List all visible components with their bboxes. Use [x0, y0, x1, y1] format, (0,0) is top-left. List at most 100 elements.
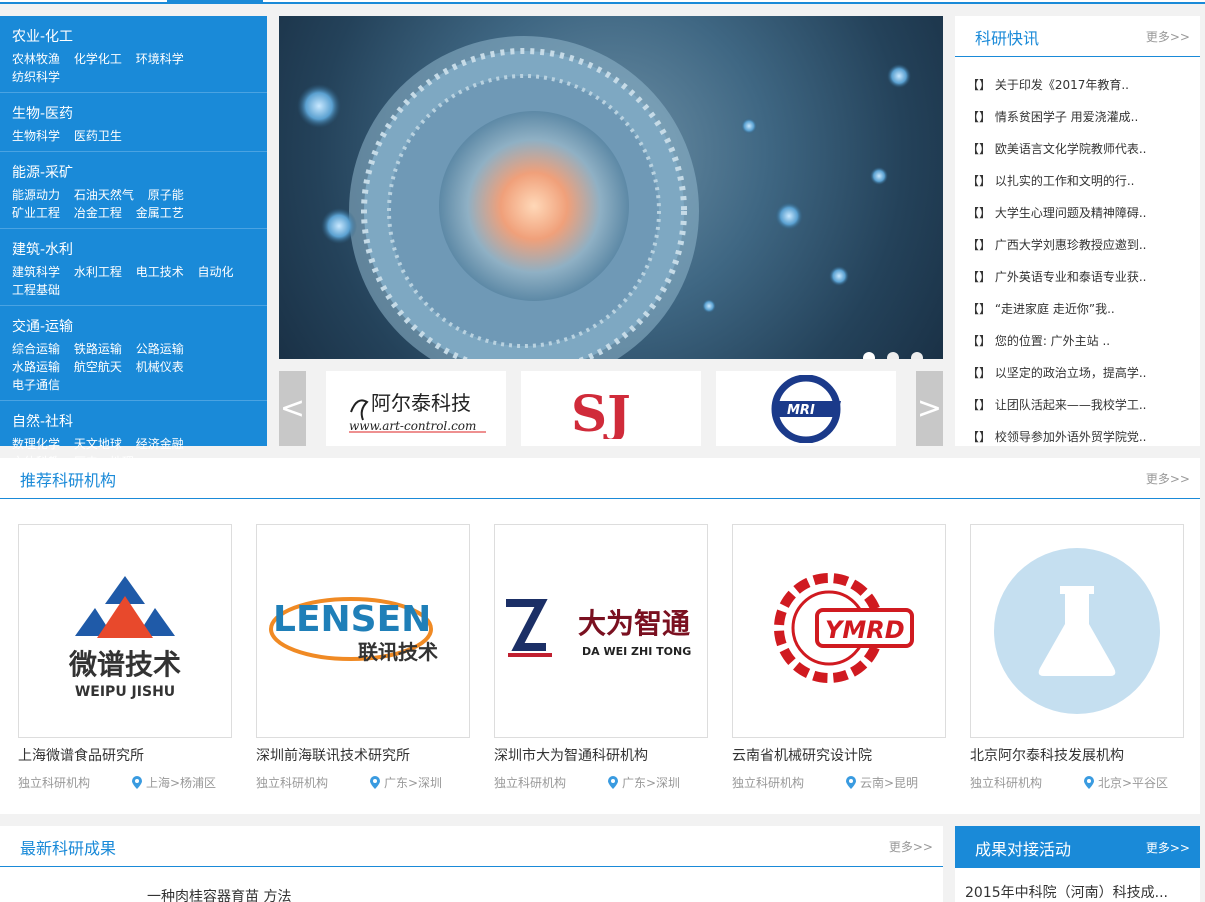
news-item[interactable]: 【】 您的位置: 广外主站 ..: [967, 325, 1200, 357]
category-link[interactable]: 农林牧渔: [12, 52, 60, 66]
carousel-prev-button[interactable]: <: [279, 371, 306, 446]
partner-logo-sj[interactable]: SJ: [521, 371, 701, 446]
category-links: 能源动力 石油天然气 原子能 矿业工程 冶金工程 金属工艺: [12, 186, 255, 222]
hero-banner[interactable]: [279, 16, 943, 359]
logo-text: 微谱技术: [68, 648, 181, 681]
partner-name: SJ: [571, 384, 631, 439]
slide-dot-1[interactable]: [863, 352, 875, 359]
category-link[interactable]: 电子通信: [12, 378, 60, 392]
art-control-logo: 阿尔泰科技 www.art-control.com: [349, 391, 486, 433]
category-link[interactable]: 原子能: [148, 188, 184, 202]
category-title[interactable]: 农业-化工: [12, 26, 255, 48]
category-title[interactable]: 交通-运输: [12, 316, 255, 338]
institution-name[interactable]: 深圳前海联讯技术研究所: [256, 746, 470, 766]
institution-logo[interactable]: 大为智通 DA WEI ZHI TONG: [494, 524, 708, 738]
category-link[interactable]: 石油天然气: [74, 188, 134, 202]
institution-name[interactable]: 云南省机械研究设计院: [732, 746, 946, 766]
institution-logo[interactable]: [970, 524, 1184, 738]
category-link[interactable]: 金属工艺: [136, 206, 184, 220]
partner-url: www.art-control.com: [349, 419, 476, 433]
category-title[interactable]: 建筑-水利: [12, 239, 255, 261]
institution-card[interactable]: 微谱技术 WEIPU JISHU 上海微谱食品研究所 独立科研机构 上海>杨浦区: [18, 524, 232, 792]
partner-logo-mri[interactable]: MRI: [716, 371, 896, 446]
category-group: 建筑-水利建筑科学 水利工程 电工技术 自动化 工程基础: [0, 229, 267, 306]
news-item[interactable]: 【】 关于印发《2017年教育..: [967, 69, 1200, 101]
institution-card[interactable]: 北京阿尔泰科技发展机构 独立科研机构 北京>平谷区: [970, 524, 1184, 792]
news-item[interactable]: 【】 让团队活起来——我校学工..: [967, 389, 1200, 421]
category-link[interactable]: 电工技术: [136, 265, 184, 279]
institution-card[interactable]: YMRD 云南省机械研究设计院 独立科研机构 云南>昆明: [732, 524, 946, 792]
category-link[interactable]: 纺织科学: [12, 70, 60, 84]
category-link[interactable]: 天文地球: [74, 437, 122, 451]
category-link[interactable]: 机械仪表: [136, 360, 184, 374]
slide-dot-3[interactable]: [911, 352, 923, 359]
category-links: 农林牧渔 化学化工 环境科学 纺织科学: [12, 50, 255, 86]
category-link[interactable]: 生物科学: [12, 129, 60, 143]
institution-type: 独立科研机构: [494, 776, 567, 790]
recommended-more-link[interactable]: 更多>>: [1146, 470, 1190, 487]
category-link[interactable]: 建筑科学: [12, 265, 60, 279]
news-item[interactable]: 【】 “走进家庭 走近你”我..: [967, 293, 1200, 325]
slide-dot-2[interactable]: [887, 352, 899, 359]
location-pin-icon: [132, 776, 142, 789]
institution-name[interactable]: 上海微谱食品研究所: [18, 746, 232, 766]
activity-more-link[interactable]: 更多>>: [1146, 839, 1190, 856]
institution-logo[interactable]: YMRD: [732, 524, 946, 738]
news-list: 【】 关于印发《2017年教育.. 【】 情系贫困学子 用爱浇灌成.. 【】 欧美语…: [955, 57, 1200, 453]
category-link[interactable]: 冶金工程: [74, 206, 122, 220]
institution-location: 广东>深圳: [370, 774, 442, 791]
category-link[interactable]: 铁路运输: [74, 342, 122, 356]
results-title: 最新科研成果: [20, 839, 117, 858]
category-link[interactable]: 工程基础: [12, 283, 60, 297]
category-link[interactable]: 医药卫生: [74, 129, 122, 143]
institution-card[interactable]: 大为智通 DA WEI ZHI TONG 深圳市大为智通科研机构 独立科研机构 …: [494, 524, 708, 792]
category-link[interactable]: 数理化学: [12, 437, 60, 451]
daweizhitong-logo: 大为智通 DA WEI ZHI TONG: [506, 599, 691, 658]
activity-header: 成果对接活动 更多>>: [955, 826, 1200, 868]
news-item[interactable]: 【】 以坚定的政治立场，提高学..: [967, 357, 1200, 389]
news-item[interactable]: 【】 广西大学刘惠珍教授应邀到..: [967, 229, 1200, 261]
news-item[interactable]: 【】 广外英语专业和泰语专业获..: [967, 261, 1200, 293]
result-item[interactable]: 一种肉桂容器育苗 方法: [147, 886, 291, 902]
category-link[interactable]: 经济金融: [136, 437, 184, 451]
category-link[interactable]: 航空航天: [74, 360, 122, 374]
news-item[interactable]: 【】 情系贫困学子 用爱浇灌成..: [967, 101, 1200, 133]
category-title[interactable]: 生物-医药: [12, 103, 255, 125]
partner-logo-art[interactable]: 阿尔泰科技 www.art-control.com: [326, 371, 506, 446]
partner-name: MRI: [787, 403, 815, 418]
logo-subtext: 联讯技术: [358, 640, 438, 664]
category-link[interactable]: 公路运输: [136, 342, 184, 356]
category-title[interactable]: 自然-社科: [12, 411, 255, 433]
category-link[interactable]: 水利工程: [74, 265, 122, 279]
institution-location: 上海>杨浦区: [132, 774, 216, 791]
mri-logo: MRI: [771, 374, 841, 443]
category-link[interactable]: 化学化工: [74, 52, 122, 66]
category-link[interactable]: 自动化: [198, 265, 234, 279]
category-link[interactable]: 矿业工程: [12, 206, 60, 220]
news-item[interactable]: 【】 欧美语言文化学院教师代表..: [967, 133, 1200, 165]
institution-name[interactable]: 北京阿尔泰科技发展机构: [970, 746, 1184, 766]
category-link[interactable]: 环境科学: [136, 52, 184, 66]
category-links: 综合运输 铁路运输 公路运输 水路运输 航空航天 机械仪表 电子通信: [12, 340, 255, 394]
activity-item[interactable]: 2015年中科院（河南）科技成...: [955, 868, 1200, 902]
active-tab-indicator: [167, 0, 263, 4]
news-item[interactable]: 【】 校领导参加外语外贸学院党..: [967, 421, 1200, 453]
category-link[interactable]: 能源动力: [12, 188, 60, 202]
institution-name[interactable]: 深圳市大为智通科研机构: [494, 746, 708, 766]
logo-subtext: DA WEI ZHI TONG: [582, 645, 691, 658]
news-item[interactable]: 【】 以扎实的工作和文明的行..: [967, 165, 1200, 197]
category-title[interactable]: 能源-采矿: [12, 162, 255, 184]
category-link[interactable]: 综合运输: [12, 342, 60, 356]
institution-card[interactable]: LENSEN 联讯技术 深圳前海联讯技术研究所 独立科研机构 广东>深圳: [256, 524, 470, 792]
institution-meta: 独立科研机构 云南>昆明: [732, 774, 946, 792]
news-more-link[interactable]: 更多>>: [1146, 28, 1190, 45]
institution-logo[interactable]: LENSEN 联讯技术: [256, 524, 470, 738]
news-item[interactable]: 【】 大学生心理问题及精神障碍..: [967, 197, 1200, 229]
category-group: 交通-运输 综合运输 铁路运输 公路运输 水路运输 航空航天 机械仪表 电子通信: [0, 306, 267, 401]
recommended-institutions: 推荐科研机构 更多>> 微谱技术 WEIPU JISHU 上海微谱食品研究所 独…: [0, 458, 1200, 814]
carousel-next-button[interactable]: >: [916, 371, 943, 446]
latest-results-panel: 最新科研成果 更多>> 一种肉桂容器育苗 方法: [0, 826, 943, 902]
category-link[interactable]: 水路运输: [12, 360, 60, 374]
results-more-link[interactable]: 更多>>: [889, 838, 933, 855]
institution-logo[interactable]: 微谱技术 WEIPU JISHU: [18, 524, 232, 738]
